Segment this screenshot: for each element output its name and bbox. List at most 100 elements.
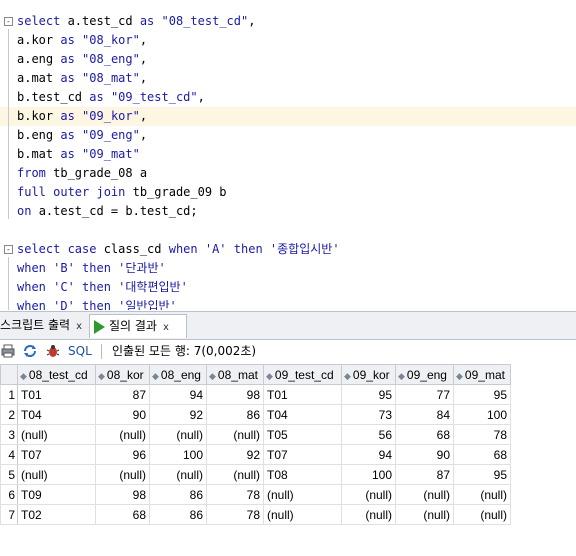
table-row[interactable]: 3 (null) (null) (null) (null) T05 56 68 78 [0,424,511,445]
table-cell[interactable]: 100 [341,464,396,485]
table-cell[interactable]: T04 [263,404,342,425]
editor-line[interactable]: full outer join tb_grade_09 b [0,183,576,202]
editor-line[interactable]: b.test_cd as "09_test_cd", [0,88,576,107]
sort-icon[interactable]: ◆ [209,371,216,381]
table-cell[interactable]: (null) [263,504,342,525]
table-row[interactable]: 7 T02 68 86 78 (null) (null) (null) (null) [0,504,511,525]
table-cell[interactable]: 86 [149,504,207,525]
sort-icon[interactable]: ◆ [98,371,105,381]
table-row[interactable]: 1 T01 87 94 98 T01 95 77 95 [0,384,511,405]
table-cell[interactable]: 96 [95,444,150,465]
table-cell[interactable]: 86 [149,484,207,505]
table-cell[interactable]: (null) [453,484,511,505]
table-cell[interactable]: T07 [263,444,342,465]
table-cell[interactable]: 68 [395,424,454,445]
column-header[interactable]: ◆ 09_test_cd [263,364,342,385]
fold-toggle-icon[interactable]: - [4,17,13,26]
table-cell[interactable]: (null) [206,424,264,445]
column-header[interactable]: ◆ 08_kor [95,364,150,385]
table-row[interactable]: 2 T04 90 92 86 T04 73 84 100 [0,404,511,425]
table-cell[interactable]: 100 [453,404,511,425]
table-cell[interactable]: T08 [263,464,342,485]
table-cell[interactable]: (null) [149,424,207,445]
table-cell[interactable]: (null) [17,424,96,445]
fold-toggle-icon[interactable]: - [4,245,13,254]
table-cell[interactable]: 78 [206,504,264,525]
editor-line[interactable]: b.mat as "09_mat" [0,145,576,164]
column-header[interactable]: ◆ 09_eng [395,364,454,385]
table-row[interactable]: 4 T07 96 100 92 T07 94 90 68 [0,444,511,465]
table-cell[interactable]: 73 [341,404,396,425]
table-cell[interactable]: (null) [341,504,396,525]
table-cell[interactable]: (null) [95,424,150,445]
table-cell[interactable]: 87 [395,464,454,485]
table-cell[interactable]: T05 [263,424,342,445]
sort-icon[interactable]: ◆ [344,371,351,381]
table-cell[interactable]: 98 [206,384,264,405]
editor-line[interactable]: from tb_grade_08 a [0,164,576,183]
editor-line[interactable]: b.eng as "09_eng", [0,126,576,145]
sort-icon[interactable]: ◆ [152,371,159,381]
table-cell[interactable]: 95 [453,384,511,405]
table-cell[interactable]: T09 [17,484,96,505]
table-cell[interactable]: T02 [17,504,96,525]
table-cell[interactable]: 94 [341,444,396,465]
query-result-grid[interactable]: ◆ 08_test_cd ◆ 08_kor ◆ 08_eng ◆ 08_mat ◆ 09_test… [0,364,512,525]
sort-icon[interactable]: ◆ [20,371,27,381]
editor-line[interactable]: - select case class_cd when 'A' then '종합입… [0,240,576,259]
sort-icon[interactable]: ◆ [398,371,405,381]
table-cell[interactable]: 94 [149,384,207,405]
table-cell[interactable]: T01 [263,384,342,405]
table-cell[interactable]: 68 [95,504,150,525]
close-icon[interactable]: x [163,322,169,333]
table-cell[interactable]: 100 [149,444,207,465]
table-cell[interactable]: 78 [206,484,264,505]
table-cell[interactable]: T04 [17,404,96,425]
table-cell[interactable]: (null) [341,484,396,505]
bug-icon[interactable] [46,344,60,358]
sort-icon[interactable]: ◆ [456,371,463,381]
table-cell[interactable]: (null) [395,484,454,505]
sql-editor[interactable]: - select a.test_cd as "08_test_cd", a.kor … [0,0,576,310]
tab-script-output[interactable]: 스크립트 출력 x [0,314,88,337]
table-cell[interactable]: 90 [395,444,454,465]
editor-line[interactable]: when 'C' then '대학편입반' [0,278,576,297]
print-icon[interactable] [1,344,15,358]
close-icon[interactable]: x [76,321,82,332]
editor-line[interactable]: b.kor as "09_kor", [0,107,576,126]
editor-line[interactable]: - select a.test_cd as "08_test_cd", [0,12,576,31]
table-cell[interactable]: 56 [341,424,396,445]
table-cell[interactable]: (null) [263,484,342,505]
table-cell[interactable]: 95 [341,384,396,405]
table-cell[interactable]: 68 [453,444,511,465]
table-row[interactable]: 6 T09 98 86 78 (null) (null) (null) (null) [0,484,511,505]
column-header[interactable]: ◆ 08_eng [149,364,207,385]
table-cell[interactable]: (null) [95,464,150,485]
column-header[interactable]: ◆ 08_mat [206,364,264,385]
column-header[interactable]: ◆ 09_kor [341,364,396,385]
table-cell[interactable]: T01 [17,384,96,405]
editor-line[interactable]: when 'D' then '일반입반' [0,297,576,310]
table-cell[interactable]: 92 [206,444,264,465]
editor-line[interactable]: when 'B' then '단과반' [0,259,576,278]
editor-line[interactable]: a.kor as "08_kor", [0,31,576,50]
table-cell[interactable]: (null) [206,464,264,485]
sort-icon[interactable]: ◆ [266,371,273,381]
table-cell[interactable]: (null) [395,504,454,525]
table-cell[interactable]: 77 [395,384,454,405]
table-cell[interactable]: 92 [149,404,207,425]
table-cell[interactable]: 78 [453,424,511,445]
table-cell[interactable]: 86 [206,404,264,425]
editor-line[interactable]: a.eng as "08_eng", [0,50,576,69]
table-cell[interactable]: 90 [95,404,150,425]
sql-button[interactable]: SQL [68,340,92,363]
editor-line[interactable]: a.mat as "08_mat", [0,69,576,88]
editor-line[interactable] [0,221,576,240]
table-cell[interactable]: T07 [17,444,96,465]
table-cell[interactable]: 98 [95,484,150,505]
table-row[interactable]: 5 (null) (null) (null) (null) T08 100 87 95 [0,464,511,485]
table-cell[interactable]: 87 [95,384,150,405]
table-cell[interactable]: 84 [395,404,454,425]
refresh-icon[interactable] [23,344,37,358]
table-cell[interactable]: (null) [453,504,511,525]
